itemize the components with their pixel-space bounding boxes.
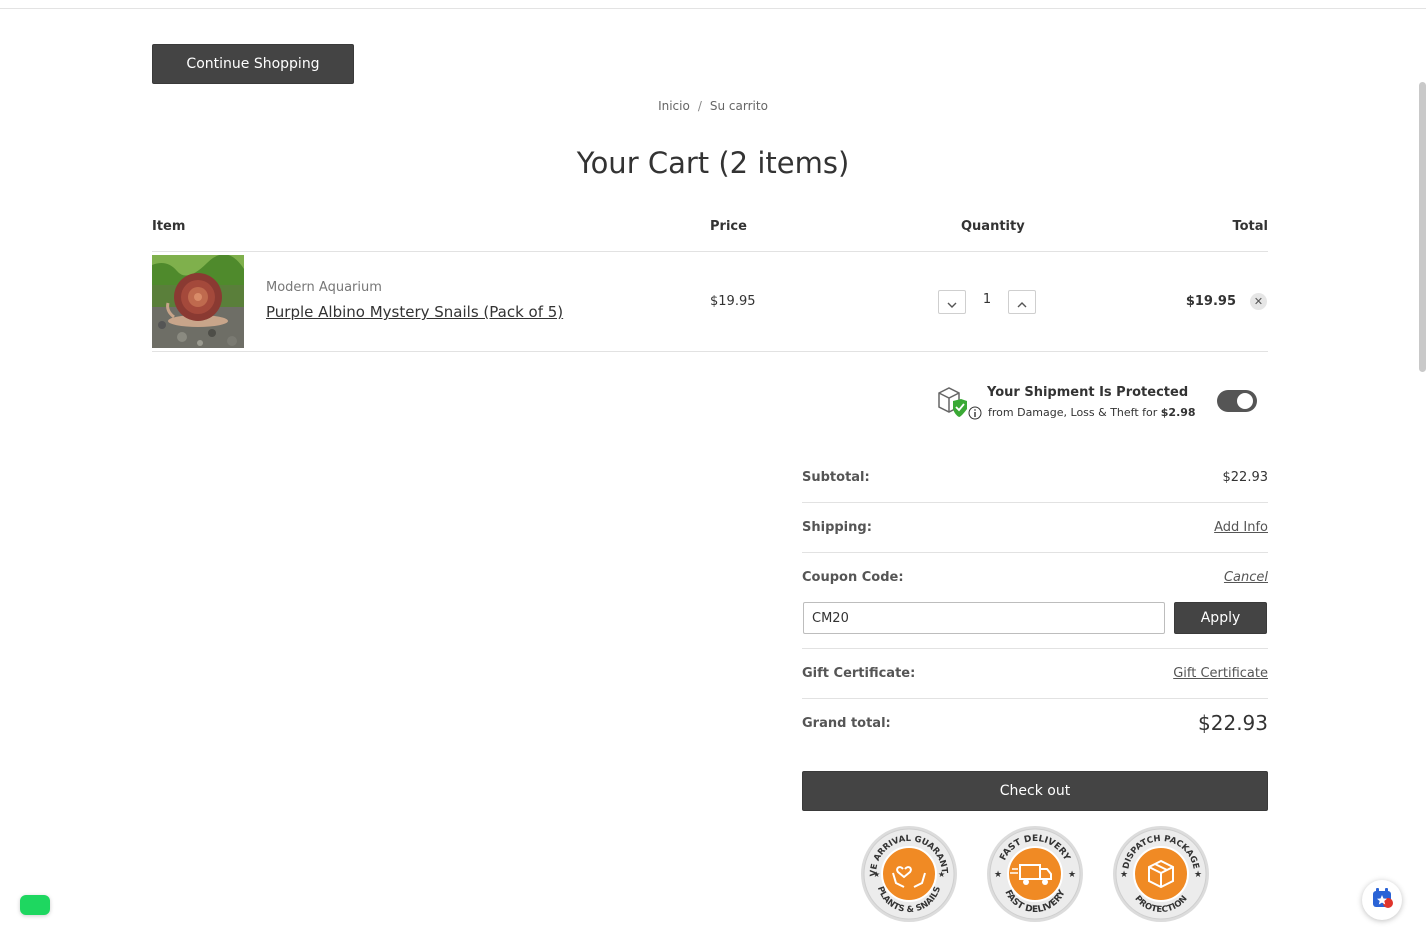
chevron-up-icon: [1017, 293, 1027, 312]
svg-text:★: ★: [1120, 870, 1128, 880]
apply-coupon-button[interactable]: Apply: [1174, 602, 1267, 634]
summary-divider: [802, 698, 1268, 699]
svg-text:★: ★: [1068, 870, 1076, 880]
column-header-price: Price: [710, 219, 747, 234]
fast-delivery-badge: FAST DELIVERY FAST DELIVERY ★ ★: [986, 825, 1084, 923]
protection-title: Your Shipment Is Protected: [987, 385, 1189, 400]
page-title: Your Cart (2 items): [576, 146, 850, 180]
gift-certificate-link[interactable]: Gift Certificate: [1173, 666, 1268, 681]
protection-subtitle: from Damage, Loss & Theft for $2.98: [988, 406, 1196, 419]
svg-text:★: ★: [873, 870, 880, 879]
continue-shopping-button[interactable]: Continue Shopping: [152, 44, 354, 84]
gift-certificate-label: Gift Certificate:: [802, 666, 916, 681]
subtotal-label: Subtotal:: [802, 470, 870, 485]
shipping-add-info-link[interactable]: Add Info: [1214, 520, 1268, 535]
close-icon: ✕: [1253, 295, 1264, 308]
table-header-divider: [152, 251, 1268, 252]
grand-total-value: $22.93: [1198, 711, 1268, 735]
snail-product-image[interactable]: [152, 255, 244, 348]
breadcrumb: Inicio / Su carrito: [0, 99, 1426, 113]
line-total: $19.95: [1185, 294, 1236, 309]
summary-divider: [802, 552, 1268, 553]
checkout-button[interactable]: Check out: [802, 771, 1268, 811]
coupon-label: Coupon Code:: [802, 570, 904, 585]
protection-toggle[interactable]: [1217, 390, 1257, 412]
package-protection-badge: DISPATCH PACKAGE PROTECTION ★ ★: [1112, 825, 1210, 923]
live-arrival-guarantee-badge: LIVE ARRIVAL GUARANTEE PLANTS & SNAILS ★…: [857, 818, 958, 923]
remove-item-button[interactable]: ✕: [1250, 293, 1267, 310]
table-row-divider: [152, 351, 1268, 352]
product-name-link[interactable]: Purple Albino Mystery Snails (Pack of 5): [266, 303, 563, 321]
breadcrumb-home-link[interactable]: Inicio: [658, 99, 690, 113]
shipping-label: Shipping:: [802, 520, 872, 535]
product-price: $19.95: [710, 294, 756, 309]
column-header-total: Total: [1232, 219, 1268, 234]
star-badge-icon: [1371, 887, 1393, 913]
toggle-knob: [1237, 393, 1253, 409]
shipment-protection-icon: [935, 385, 985, 421]
quantity-decrease-button[interactable]: [938, 290, 966, 314]
coupon-code-input[interactable]: [803, 602, 1165, 634]
page-scrollbar[interactable]: [1419, 82, 1426, 372]
product-brand: Modern Aquarium: [266, 280, 382, 295]
summary-divider: [802, 502, 1268, 503]
protection-amount: $2.98: [1160, 406, 1196, 419]
column-header-item: Item: [152, 219, 186, 234]
grand-total-label: Grand total:: [802, 716, 891, 731]
chevron-down-icon: [947, 293, 957, 312]
svg-text:★: ★: [938, 870, 945, 879]
svg-text:★: ★: [1194, 870, 1202, 880]
summary-divider: [802, 648, 1268, 649]
subtotal-value: $22.93: [1222, 470, 1269, 485]
chat-launcher-button[interactable]: [20, 895, 50, 915]
breadcrumb-separator: /: [697, 99, 702, 113]
help-widget-button[interactable]: [1362, 880, 1402, 920]
quantity-value[interactable]: 1: [976, 292, 998, 307]
header-divider: [0, 8, 1426, 9]
coupon-cancel-link[interactable]: Cancel: [1224, 570, 1268, 585]
protection-subtitle-text: from Damage, Loss & Theft for: [988, 406, 1158, 419]
column-header-quantity: Quantity: [961, 219, 1025, 234]
quantity-increase-button[interactable]: [1008, 290, 1036, 314]
breadcrumb-current: Su carrito: [709, 99, 768, 113]
svg-text:★: ★: [994, 870, 1002, 880]
